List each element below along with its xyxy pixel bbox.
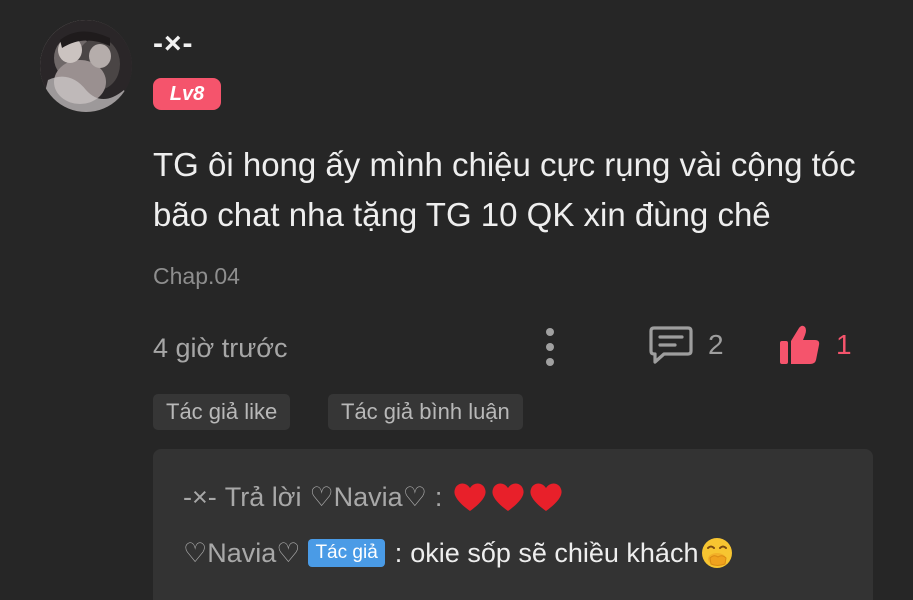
comment-text: TG ôi hong ấy mình chiệu cực rụng vài cộ… <box>153 146 856 233</box>
reply-author[interactable]: ♡Navia♡ <box>183 538 300 569</box>
author-like-tag: Tác giả like <box>153 394 291 430</box>
comment-card: -×- Lv8 TG ôi hong ấy mình chiệu cực rụn… <box>0 0 913 600</box>
avatar-image <box>40 20 132 112</box>
reply-target[interactable]: ♡Navia♡ <box>309 482 426 513</box>
reply-author[interactable]: -×- <box>183 482 217 513</box>
heart-icon <box>492 483 524 511</box>
like-count: 1 <box>836 329 852 360</box>
level-badge: Lv8 <box>153 78 221 110</box>
reply-box[interactable]: -×- Trả lời ♡Navia♡ : ♡Navia♡ Tác giả : … <box>153 449 873 600</box>
reply-item: -×- Trả lời ♡Navia♡ : <box>183 477 566 517</box>
like-button[interactable]: 1 <box>778 322 852 368</box>
comment-icon <box>649 326 693 364</box>
more-options-button[interactable] <box>536 324 564 370</box>
heart-icon <box>454 483 486 511</box>
reply-count: 2 <box>708 329 724 360</box>
chapter-link[interactable]: Chap.04 <box>153 260 240 292</box>
giggle-emoji-icon <box>702 538 733 568</box>
hearts-emoji-group <box>452 481 566 513</box>
author-badge: Tác giả <box>308 539 385 567</box>
reply-action: Trả lời <box>224 481 302 512</box>
reply-separator: : <box>434 481 443 512</box>
thumbs-up-icon <box>780 325 820 364</box>
reply-item: ♡Navia♡ Tác giả : okie sốp sẽ chiều khác… <box>183 533 734 573</box>
reply-separator: : <box>394 537 403 568</box>
author-reply-tag: Tác giả bình luận <box>328 394 523 430</box>
reply-button[interactable]: 2 <box>648 322 724 368</box>
avatar[interactable] <box>40 20 132 112</box>
reply-text: okie sốp sẽ chiều khách <box>410 537 699 568</box>
username[interactable]: -×- <box>153 24 194 64</box>
timestamp: 4 giờ trước <box>153 333 288 363</box>
heart-icon <box>530 483 562 511</box>
